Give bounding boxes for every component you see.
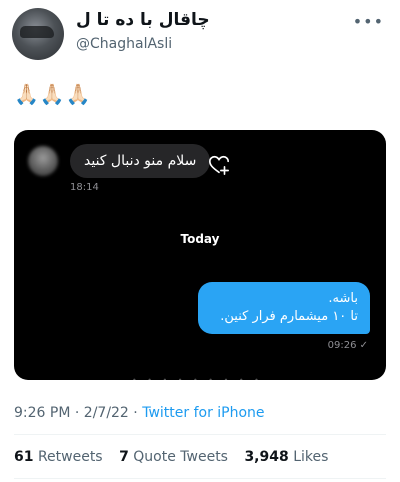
divider bbox=[14, 434, 386, 435]
incoming-message-bubble: سلام منو دنبال کنید bbox=[70, 144, 211, 178]
scroll-dots: • • • • • • • • • bbox=[132, 376, 263, 380]
likes-label: Likes bbox=[293, 449, 329, 465]
tweet-media-image[interactable]: سلام منو دنبال کنید 18:14 Today باشه. تا… bbox=[14, 130, 386, 380]
tweet-date[interactable]: 2/7/22 bbox=[84, 405, 129, 421]
user-handle[interactable]: @ChaghalAsli bbox=[76, 36, 172, 52]
tweet-text: 🙏🏻🙏🏻🙏🏻 bbox=[14, 82, 92, 106]
date-separator: Today bbox=[180, 232, 220, 246]
meta-separator: · bbox=[128, 405, 143, 421]
tweet-time[interactable]: 9:26 PM bbox=[14, 405, 70, 421]
quotes-count: 7 bbox=[119, 449, 129, 465]
contact-avatar bbox=[28, 146, 58, 176]
outgoing-message-line: تا ۱۰ میشمارم فرار کنین. bbox=[220, 309, 358, 324]
quotes-label: Quote Tweets bbox=[133, 449, 228, 465]
outgoing-message-line: باشه. bbox=[328, 291, 358, 306]
retweets-count: 61 bbox=[14, 449, 34, 465]
heart-reaction-icon bbox=[209, 155, 229, 175]
divider bbox=[14, 478, 386, 479]
incoming-message-time: 18:14 bbox=[70, 182, 99, 193]
tweet-source-link[interactable]: Twitter for iPhone bbox=[142, 405, 264, 421]
outgoing-message-time: 09:26 ✓ bbox=[327, 340, 368, 351]
more-options-icon[interactable]: ••• bbox=[353, 12, 384, 31]
avatar[interactable] bbox=[12, 8, 64, 60]
display-name[interactable]: چاقال با ده تا ل bbox=[76, 10, 210, 30]
meta-separator: · bbox=[70, 405, 84, 421]
likes-count: 3,948 bbox=[244, 449, 289, 465]
tweet-stats: 61 Retweets 7 Quote Tweets 3,948 Likes bbox=[14, 449, 340, 465]
likes-stat[interactable]: 3,948 Likes bbox=[244, 449, 328, 465]
tweet-meta: 9:26 PM · 2/7/22 · Twitter for iPhone bbox=[14, 405, 265, 421]
retweets-stat[interactable]: 61 Retweets bbox=[14, 449, 103, 465]
quote-tweets-stat[interactable]: 7 Quote Tweets bbox=[119, 449, 228, 465]
retweets-label: Retweets bbox=[37, 449, 103, 465]
tweet-header: چاقال با ده تا ل @ChaghalAsli ••• bbox=[12, 8, 388, 60]
outgoing-message-bubble: باشه. تا ۱۰ میشمارم فرار کنین. bbox=[198, 282, 370, 334]
